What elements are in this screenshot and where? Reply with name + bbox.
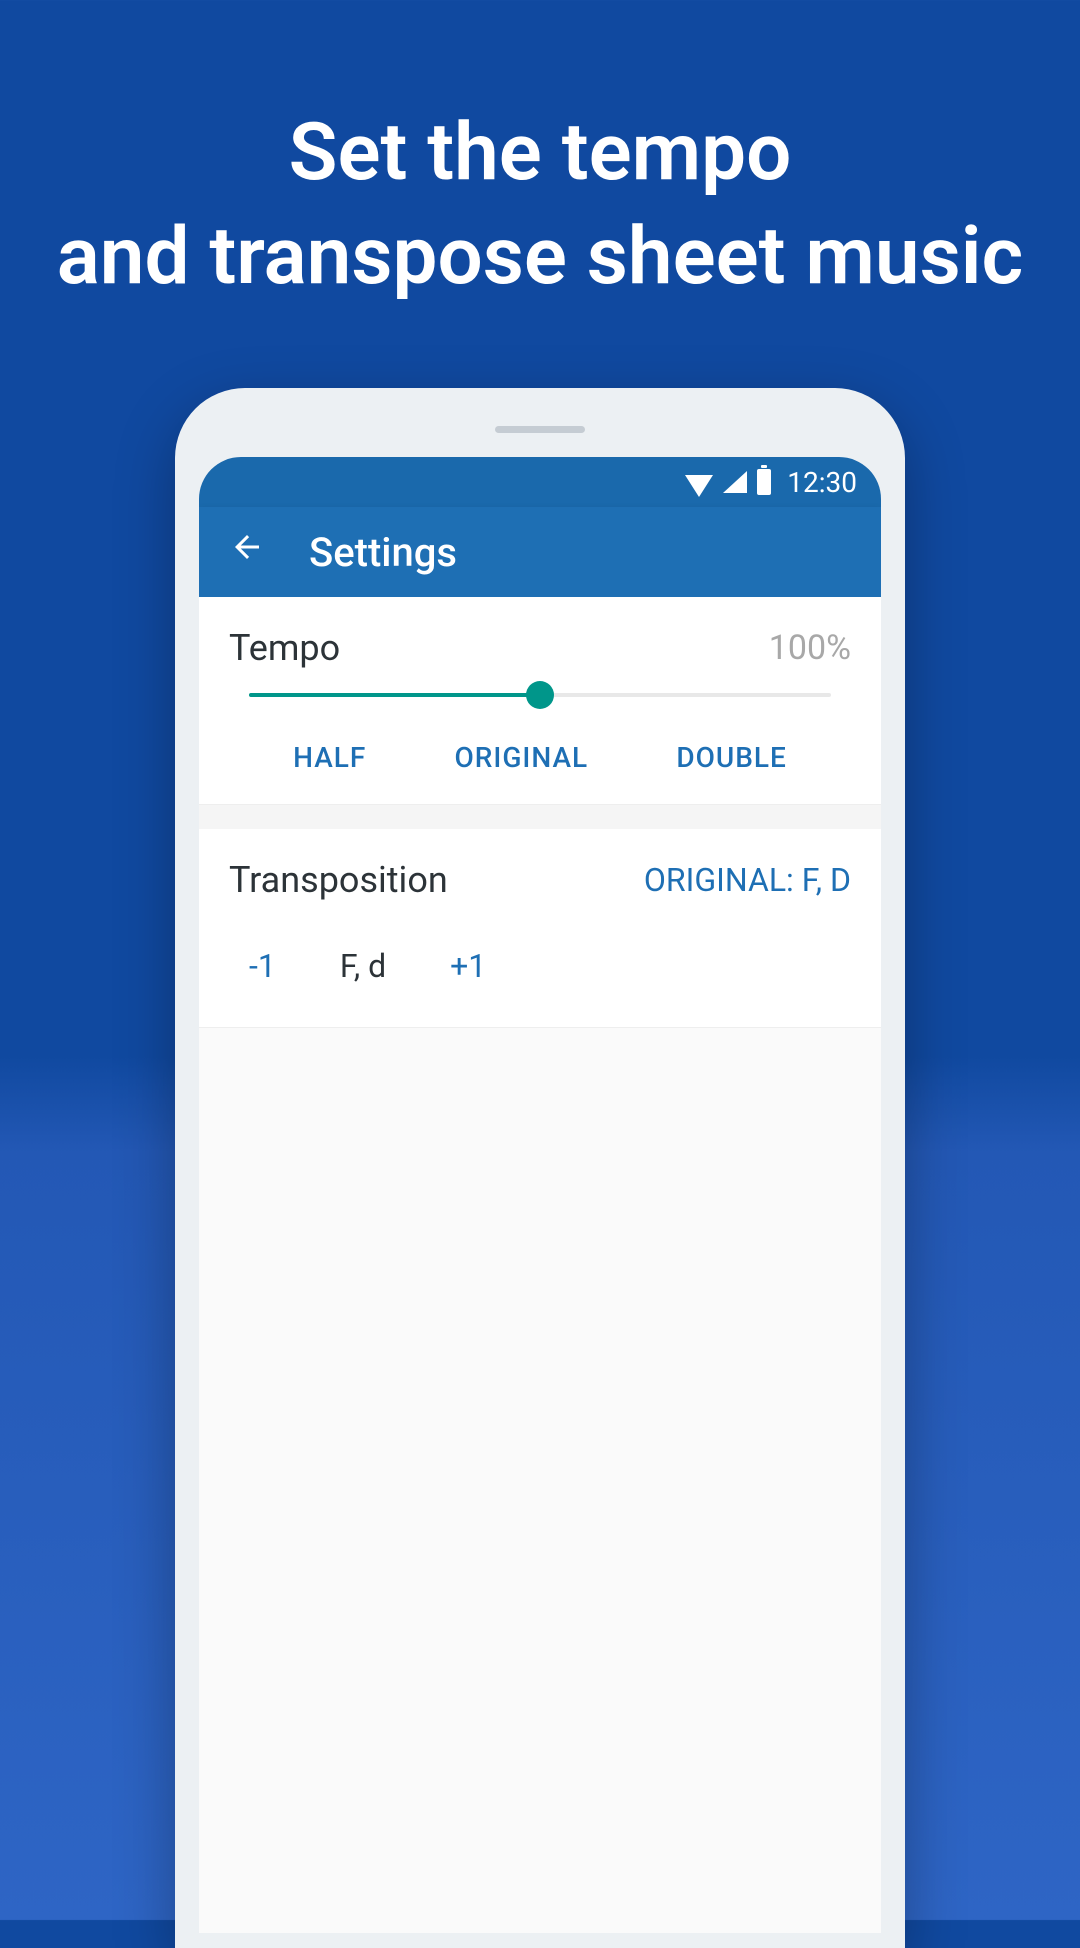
- tempo-label: Tempo: [229, 627, 340, 669]
- tempo-half-button[interactable]: HALF: [293, 741, 366, 774]
- transpose-down-button[interactable]: -1: [249, 947, 276, 985]
- marketing-headline: Set the tempo and transpose sheet music: [0, 0, 1080, 388]
- transposition-label: Transposition: [229, 859, 448, 901]
- phone-mockup-frame: 12:30 Settings Tempo 100%: [175, 388, 905, 1948]
- battery-icon: [757, 469, 771, 495]
- transposition-controls: -1 F, d +1: [229, 901, 851, 997]
- tempo-slider[interactable]: [249, 693, 831, 697]
- section-divider: [199, 805, 881, 829]
- back-arrow-icon[interactable]: [229, 529, 265, 575]
- tempo-header: Tempo 100%: [229, 627, 851, 669]
- phone-screen: 12:30 Settings Tempo 100%: [199, 457, 881, 1933]
- tempo-preset-buttons: HALF ORIGINAL DOUBLE: [229, 729, 851, 774]
- transpose-up-button[interactable]: +1: [450, 947, 486, 985]
- phone-speaker-notch: [495, 426, 585, 433]
- transposition-section: Transposition ORIGINAL: F, D -1 F, d +1: [199, 829, 881, 1028]
- tempo-slider-container: [229, 693, 851, 697]
- app-bar: Settings: [199, 507, 881, 597]
- tempo-double-button[interactable]: DOUBLE: [676, 741, 787, 774]
- marketing-title-line2: and transpose sheet music: [57, 209, 1023, 303]
- tempo-original-button[interactable]: ORIGINAL: [455, 741, 589, 774]
- transposition-current-key: F, d: [340, 947, 386, 985]
- wifi-icon: [685, 475, 713, 497]
- status-time: 12:30: [787, 466, 857, 499]
- tempo-slider-thumb[interactable]: [526, 681, 554, 709]
- page-title: Settings: [309, 529, 457, 576]
- tempo-section: Tempo 100% HALF ORIGINAL DOUBLE: [199, 597, 881, 805]
- tempo-value: 100%: [769, 628, 851, 668]
- transposition-header: Transposition ORIGINAL: F, D: [229, 859, 851, 901]
- tempo-slider-fill: [249, 693, 540, 697]
- transposition-original-button[interactable]: ORIGINAL: F, D: [644, 861, 851, 899]
- cell-signal-icon: [723, 471, 747, 493]
- status-bar: 12:30: [199, 457, 881, 507]
- marketing-title-line1: Set the tempo: [289, 105, 792, 199]
